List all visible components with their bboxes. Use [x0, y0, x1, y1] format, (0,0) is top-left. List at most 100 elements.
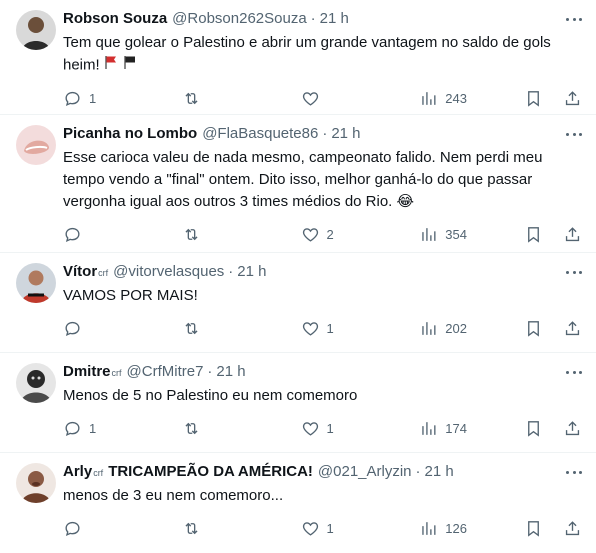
reply-button[interactable] — [63, 519, 109, 538]
share-button[interactable] — [563, 89, 582, 108]
reply-button[interactable]: 1 — [63, 419, 109, 438]
bookmark-icon — [528, 320, 539, 337]
display-name[interactable]: Arly — [63, 463, 92, 480]
view-count: 174 — [445, 420, 467, 436]
name-badge: crf — [111, 368, 122, 378]
timestamp[interactable]: 21 h — [320, 10, 349, 27]
timestamp[interactable]: 21 h — [216, 363, 245, 380]
timestamp[interactable]: 21 h — [237, 263, 266, 280]
share-icon — [565, 320, 580, 335]
name-badge: crf — [98, 268, 109, 278]
tweet[interactable]: Arly crf TRICAMPEÃO DA AMÉRICA! @021_Arl… — [0, 453, 596, 553]
views-button[interactable]: 202 — [419, 319, 467, 338]
like-button[interactable]: 1 — [301, 519, 347, 538]
display-name[interactable]: Robson Souza — [63, 10, 167, 27]
separator: · — [228, 263, 234, 280]
reply-button[interactable] — [63, 319, 109, 338]
user-handle[interactable]: @Robson262Souza — [172, 10, 307, 27]
user-handle[interactable]: @FlaBasquete86 — [202, 125, 318, 142]
share-icon — [565, 90, 580, 105]
like-button[interactable] — [301, 89, 347, 108]
more-icon[interactable] — [564, 12, 584, 26]
share-button[interactable] — [563, 319, 582, 338]
share-icon — [565, 420, 580, 435]
bookmark-button[interactable] — [524, 519, 543, 538]
avatar[interactable] — [16, 263, 56, 303]
share-icon — [565, 520, 580, 535]
view-count: 354 — [445, 226, 467, 242]
share-button[interactable] — [563, 225, 582, 244]
views-icon — [422, 227, 436, 241]
heart-icon — [302, 321, 318, 336]
heart-icon — [302, 227, 318, 242]
tweet[interactable]: Robson Souza @Robson262Souza · 21 h Tem … — [0, 0, 596, 115]
retweet-button[interactable] — [182, 89, 228, 108]
tweet-text: VAMOS POR MAIS! — [63, 287, 198, 304]
more-icon[interactable] — [564, 365, 584, 379]
avatar[interactable] — [16, 125, 56, 165]
like-button[interactable]: 1 — [301, 319, 347, 338]
timestamp[interactable]: 21 h — [331, 125, 360, 142]
views-button[interactable]: 126 — [419, 519, 467, 538]
tweet[interactable]: Picanha no Lombo @FlaBasquete86 · 21 h E… — [0, 115, 596, 253]
display-name[interactable]: Dmitre — [63, 363, 111, 380]
bookmark-button[interactable] — [524, 225, 543, 244]
tweet[interactable]: Vítor crf @vitorvelasques · 21 h VAMOS P… — [0, 253, 596, 353]
more-icon[interactable] — [564, 465, 584, 479]
share-button[interactable] — [563, 419, 582, 438]
views-icon — [422, 421, 436, 435]
bookmark-button[interactable] — [524, 319, 543, 338]
display-name[interactable]: Picanha no Lombo — [63, 125, 197, 142]
views-button[interactable]: 174 — [419, 419, 467, 438]
heart-icon — [302, 521, 318, 536]
views-button[interactable]: 243 — [419, 89, 467, 108]
tweet-text: menos de 3 eu nem comemoro... — [63, 487, 284, 504]
views-icon — [422, 91, 436, 105]
user-handle[interactable]: @vitorvelasques — [113, 263, 224, 280]
display-name-suffix[interactable]: TRICAMPEÃO DA AMÉRICA! — [108, 463, 313, 480]
view-count: 243 — [445, 90, 467, 106]
retweet-icon — [185, 322, 198, 334]
avatar[interactable] — [16, 463, 56, 503]
views-icon — [422, 321, 436, 335]
retweet-icon — [185, 92, 198, 104]
reply-button[interactable]: 1 — [63, 89, 109, 108]
action-bar: 1 243 — [63, 77, 584, 119]
bookmark-button[interactable] — [524, 89, 543, 108]
retweet-button[interactable] — [182, 519, 228, 538]
user-handle[interactable]: @CrfMitre7 — [127, 363, 204, 380]
red-flag-icon — [103, 54, 119, 77]
like-button[interactable]: 1 — [301, 419, 347, 438]
heart-icon — [302, 421, 318, 436]
bookmark-icon — [528, 90, 539, 107]
reply-button[interactable] — [63, 225, 109, 244]
retweet-icon — [185, 522, 198, 534]
separator: · — [207, 363, 213, 380]
bookmark-icon — [528, 420, 539, 437]
display-name[interactable]: Vítor — [63, 263, 97, 280]
retweet-button[interactable] — [182, 225, 228, 244]
retweet-button[interactable] — [182, 319, 228, 338]
name-badge: crf — [93, 468, 104, 478]
action-bar: 1 1 174 — [63, 407, 584, 449]
more-icon[interactable] — [564, 127, 584, 141]
view-count: 202 — [445, 320, 467, 336]
separator: · — [310, 10, 316, 27]
more-icon[interactable] — [564, 265, 584, 279]
black-flag-icon — [122, 54, 138, 77]
like-button[interactable]: 2 — [301, 225, 347, 244]
avatar[interactable] — [16, 10, 56, 50]
reply-count: 1 — [89, 90, 97, 106]
like-count: 1 — [326, 420, 334, 436]
views-button[interactable]: 354 — [419, 225, 467, 244]
bookmark-button[interactable] — [524, 419, 543, 438]
avatar[interactable] — [16, 363, 56, 403]
reply-icon — [65, 227, 80, 242]
user-handle[interactable]: @021_Arlyzin — [318, 463, 412, 480]
bookmark-icon — [528, 226, 539, 243]
like-count: 2 — [326, 226, 334, 242]
timestamp[interactable]: 21 h — [425, 463, 454, 480]
share-button[interactable] — [563, 519, 582, 538]
retweet-button[interactable] — [182, 419, 228, 438]
tweet[interactable]: Dmitre crf @CrfMitre7 · 21 h Menos de 5 … — [0, 353, 596, 453]
